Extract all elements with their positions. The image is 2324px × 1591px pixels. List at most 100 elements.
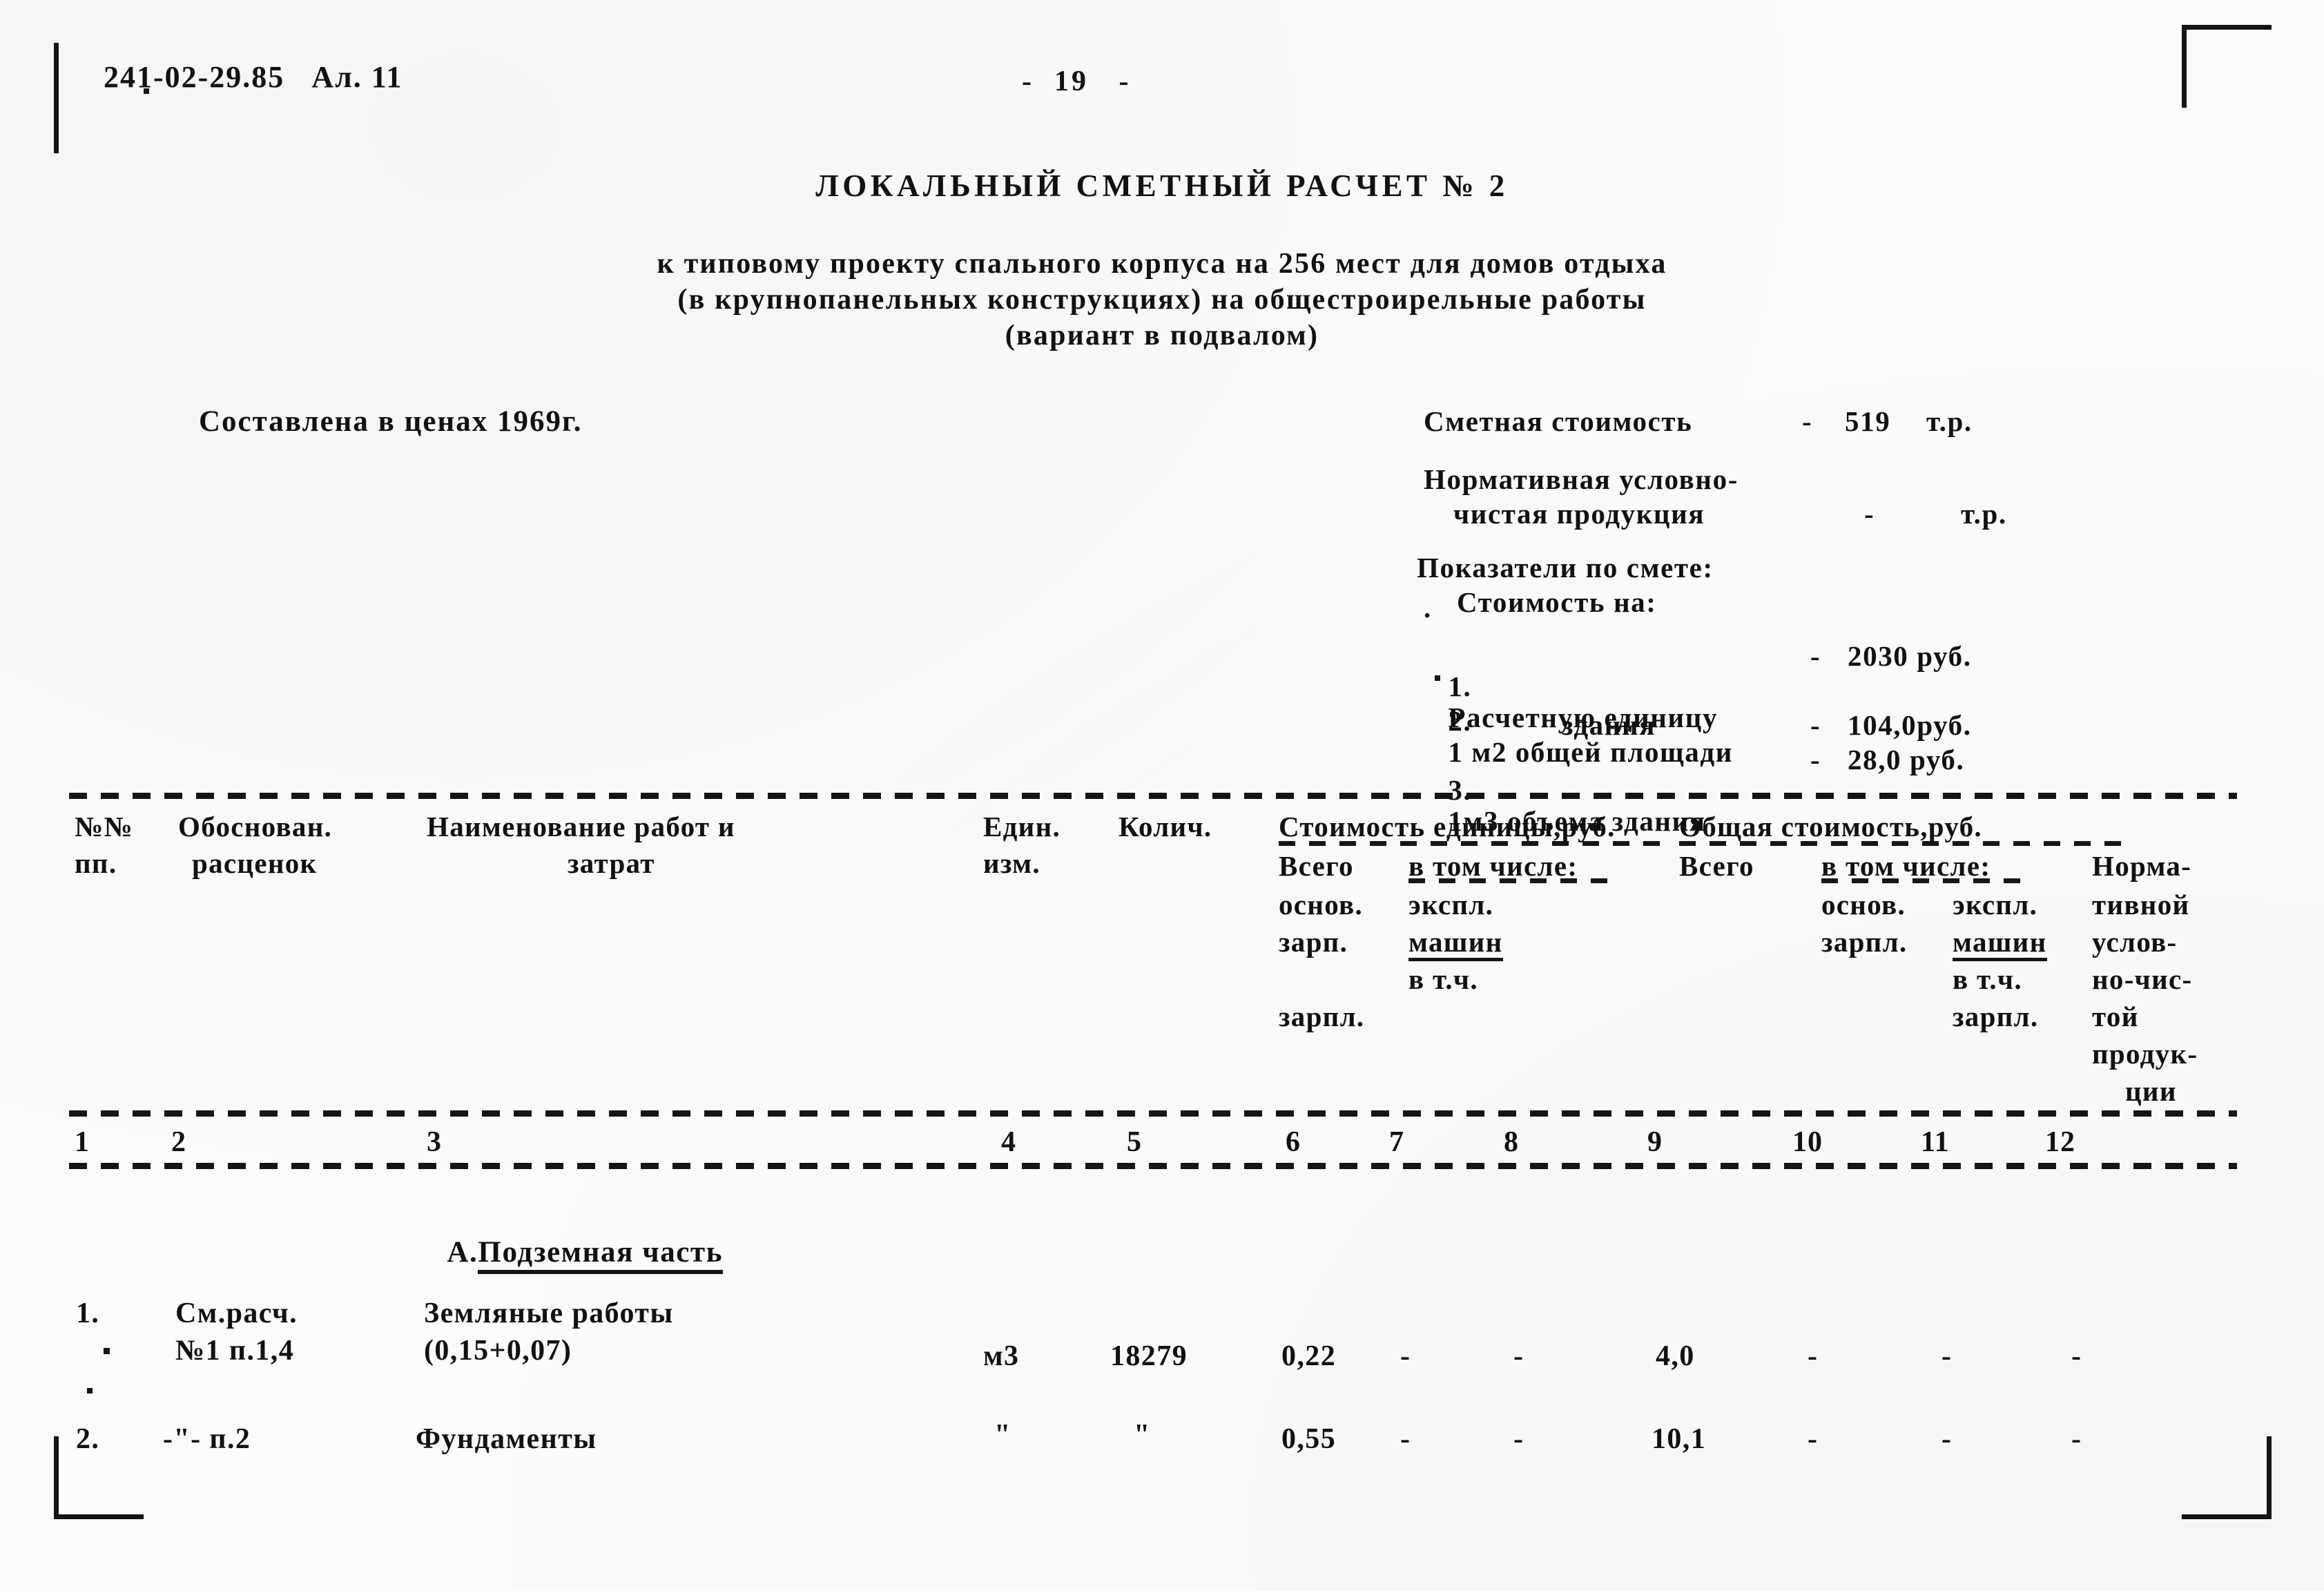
unit-cost-sub-zarpl: зарпл. [1279,1001,1365,1032]
unit-incl-underline [1408,878,1609,883]
indicators-subtitle: Стоимость на: [1457,586,1657,618]
indicator-3-label: 3. 1м3 объема здания [1415,744,1706,867]
prices-year-note: Составлена в ценах 1969г. [199,405,583,438]
scan-speck [144,88,149,94]
row-1-col8: - [1513,1340,1524,1372]
left-margin-rule [54,43,59,153]
unit-cost-total-label: Всего [1279,850,1354,882]
column-header-name-line1: Наименование работ и [427,811,735,842]
row-2-col6: 0,55 [1281,1423,1337,1455]
column-number-11: 11 [1921,1126,1950,1158]
nvcp-column-line4: но-чис- [2092,963,2193,995]
estimate-cost-label: Сметная стоимость [1424,405,1693,437]
total-cost-total-label: Всего [1679,850,1754,882]
section-heading-prefix: А. [447,1236,478,1269]
row-2-col9: 10,1 [1652,1423,1707,1455]
column-number-10: 10 [1792,1126,1823,1158]
estimate-cost-value: 519 [1845,405,1891,437]
nvcp-column-line3: услов- [2092,926,2178,958]
indicator-3-dash: - [1810,744,1821,775]
subtitle-line-1: к типовому проекту спального корпуса на … [657,248,1667,280]
table-top-rule [69,793,2237,799]
row-2-col10: - [1808,1423,1819,1455]
row-2-col12: - [2071,1423,2082,1455]
column-header-no-line2: пп. [75,847,117,879]
unit-cost-incl-label: в том числе: [1408,850,1578,882]
unit-cost-sub-exspl: экспл. [1408,889,1494,920]
page-number: - 19 - [1022,66,1132,97]
row-1-col12: - [2071,1340,2082,1372]
row-2-col11: - [1941,1423,1953,1455]
nvcp-column-line7: ции [2125,1075,2177,1107]
row-2-no: 2. [76,1423,100,1455]
column-header-no-line1: №№ [75,811,134,842]
unit-cost-sub-zarp: зарп. [1279,926,1348,958]
indicator-2-value: 104,0руб. [1848,709,1972,741]
estimate-cost-dash: - [1802,405,1813,437]
column-number-7: 7 [1389,1126,1404,1158]
scan-speck [104,1348,110,1354]
total-cost-sub-mashin: машин [1953,927,2047,962]
row-1-col11: - [1941,1340,1953,1372]
subtitle-line-2: (в крупнопанельных конструкциях) на обще… [677,284,1647,316]
indicator-2-dash: - [1810,709,1821,741]
column-group-unit-cost: Стоимость единицы,руб. [1279,811,1616,842]
nvcp-column-line1: Норма- [2092,850,2192,882]
total-cost-sub-vtch: в т.ч. [1953,963,2022,995]
column-number-4: 4 [1001,1126,1016,1158]
nvcp-unit: т.р. [1961,498,2007,530]
column-header-unit-line1: Един. [983,811,1061,842]
unit-cost-group-underline [1279,841,1665,846]
total-cost-group-underline [1679,841,2121,846]
column-number-8: 8 [1504,1126,1519,1158]
row-1-basis-line1: См.расч. [175,1298,298,1329]
row-2-qty: " [1134,1419,1151,1451]
column-header-unit-line2: изм. [983,847,1040,879]
section-heading: А.Подземная часть [413,1205,724,1301]
stray-ink-dot: . [1424,592,1431,624]
row-1-col6: 0,22 [1281,1340,1337,1372]
total-cost-sub-zarpl: зарпл. [1821,926,1908,958]
row-1-no: 1. [76,1298,100,1329]
row-1-col10: - [1808,1340,1819,1372]
nvcp-column-line6: продук- [2092,1038,2198,1070]
column-number-12: 12 [2045,1126,2075,1158]
indicator-3-value: 28,0 руб. [1848,744,1965,775]
total-cost-sub-osnov: основ. [1821,889,1906,920]
scan-speck [87,1388,93,1394]
row-2-name-line1: Фундаменты [416,1423,597,1455]
column-header-basis-line2: расценок [192,847,318,879]
indicator-1-value: 2030 руб. [1848,640,1972,672]
nvcp-dash: - [1864,498,1875,530]
row-1-col9: 4,0 [1656,1340,1695,1372]
row-2-unit: " [994,1419,1011,1451]
unit-cost-sub-vtch: в т.ч. [1408,963,1478,995]
unit-cost-sub-mashin: машин [1408,927,1503,962]
top-right-corner-mark [2182,25,2272,108]
column-header-qty: Колич. [1119,811,1212,842]
indicators-title: Показатели по смете: [1417,552,1714,584]
estimate-cost-unit: т.р. [1926,405,1973,437]
total-incl-underline [1821,878,2022,883]
column-numbers-top-rule [69,1110,2237,1117]
column-numbers-bottom-rule [69,1163,2237,1169]
row-1-col7: - [1400,1340,1411,1372]
column-number-1: 1 [75,1126,90,1158]
column-number-3: 3 [427,1126,442,1158]
row-1-qty: 18279 [1110,1340,1188,1372]
row-2-basis-line1: -"- п.2 [163,1423,251,1455]
unit-cost-sub-osnov: основ. [1279,889,1363,920]
row-1-basis-line2: №1 п.1,4 [175,1335,295,1367]
nvcp-column-line2: тивной [2092,889,2190,920]
row-2-col8: - [1513,1423,1524,1455]
column-number-9: 9 [1647,1126,1663,1158]
column-number-2: 2 [171,1126,186,1158]
section-heading-text: Подземная часть [478,1236,724,1275]
column-number-6: 6 [1286,1126,1301,1158]
row-1-name-line2: (0,15+0,07) [424,1335,572,1367]
column-number-5: 5 [1127,1126,1142,1158]
indicator-1-dash: - [1810,640,1821,672]
indicator-2-label-continuation: здания [1562,709,1656,741]
scanned-page: 241-02-29.85 Ал. 11 - 19 - ЛОКАЛЬНЫЙ СМЕ… [0,0,2324,1591]
bottom-right-corner-mark [2182,1436,2272,1519]
